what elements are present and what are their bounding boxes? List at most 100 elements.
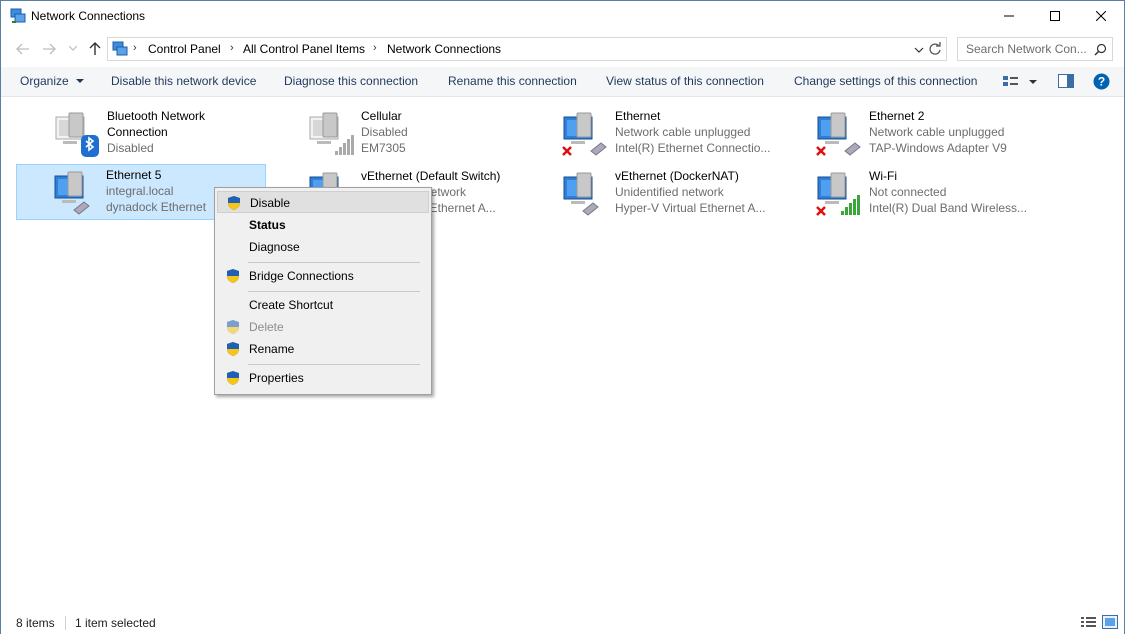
search-input[interactable]: Search Network Con... bbox=[957, 37, 1113, 61]
search-icon bbox=[1094, 43, 1107, 56]
help-button[interactable]: ? bbox=[1093, 73, 1110, 93]
connection-item-vethernet-dockernat[interactable]: vEthernet (DockerNAT) Unidentified netwo… bbox=[525, 165, 775, 221]
connection-name: Ethernet 5 bbox=[106, 168, 162, 182]
connection-device: Intel(R) Dual Band Wireless... bbox=[869, 201, 1028, 215]
command-bar: Organize Disable this network device Dia… bbox=[1, 67, 1124, 97]
ethernet-icon bbox=[54, 171, 90, 215]
menu-item-diagnose[interactable]: Diagnose bbox=[217, 236, 429, 258]
organize-label: Organize bbox=[20, 74, 69, 88]
menu-separator bbox=[248, 262, 420, 263]
menu-label: Create Shortcut bbox=[249, 298, 334, 312]
recent-locations-button[interactable] bbox=[63, 39, 83, 59]
menu-item-create-shortcut[interactable]: Create Shortcut bbox=[217, 294, 429, 316]
back-arrow-icon bbox=[16, 43, 29, 55]
breadcrumb-control-panel[interactable]: Control Panel bbox=[148, 42, 221, 56]
connection-name: Ethernet bbox=[615, 109, 661, 123]
rename-connection-button[interactable]: Rename this connection bbox=[448, 74, 577, 88]
connection-item-ethernet[interactable]: Ethernet Network cable unplugged Intel(R… bbox=[525, 105, 775, 161]
network-connections-window: Network Connections › Control Panel › Al… bbox=[0, 0, 1125, 634]
connection-device: EM7305 bbox=[361, 141, 406, 155]
breadcrumb-separator-icon: › bbox=[133, 42, 137, 54]
connection-name: Ethernet 2 bbox=[869, 109, 925, 123]
connection-name: Cellular bbox=[361, 109, 402, 123]
connection-status: Disabled bbox=[107, 141, 154, 155]
ethernet-unplugged-icon bbox=[562, 112, 607, 156]
breadcrumb-all-items[interactable]: All Control Panel Items bbox=[243, 42, 365, 56]
menu-item-rename[interactable]: Rename bbox=[217, 338, 429, 360]
minimize-button[interactable] bbox=[986, 1, 1032, 31]
refresh-button[interactable] bbox=[928, 42, 942, 59]
connection-item-cellular[interactable]: Cellular Disabled EM7305 bbox=[271, 105, 521, 161]
menu-label: Disable bbox=[250, 196, 291, 210]
details-view-icon bbox=[1081, 617, 1096, 627]
connection-name: Wi-Fi bbox=[869, 169, 897, 183]
preview-pane-button[interactable] bbox=[1058, 74, 1074, 92]
menu-separator bbox=[248, 291, 420, 292]
up-arrow-icon bbox=[89, 42, 101, 55]
up-button[interactable] bbox=[85, 39, 105, 59]
forward-button[interactable] bbox=[39, 39, 59, 59]
caret-down-icon bbox=[76, 79, 85, 84]
title-bar: Network Connections bbox=[1, 1, 1124, 32]
connection-device: Intel(R) Ethernet Connectio... bbox=[615, 141, 771, 155]
window-title: Network Connections bbox=[31, 9, 146, 23]
status-separator bbox=[65, 616, 66, 630]
details-view-button[interactable] bbox=[1081, 616, 1096, 632]
menu-label: Rename bbox=[249, 342, 295, 356]
help-icon: ? bbox=[1093, 73, 1110, 90]
organize-menu-button[interactable]: Organize bbox=[20, 74, 85, 88]
connection-name: vEthernet (Default Switch) bbox=[361, 169, 501, 183]
view-status-button[interactable]: View status of this connection bbox=[606, 74, 764, 88]
breadcrumb-separator-icon: › bbox=[230, 42, 234, 54]
diagnose-connection-button[interactable]: Diagnose this connection bbox=[284, 74, 418, 88]
breadcrumb-separator-icon: › bbox=[373, 42, 377, 54]
svg-text:?: ? bbox=[1098, 75, 1105, 89]
items-count: 8 items bbox=[16, 616, 55, 630]
back-button[interactable] bbox=[13, 39, 33, 59]
menu-item-properties[interactable]: Properties bbox=[217, 367, 429, 389]
preview-pane-icon bbox=[1058, 74, 1074, 88]
wifi-disconnected-icon bbox=[816, 172, 860, 216]
change-settings-button[interactable]: Change settings of this connection bbox=[794, 74, 977, 88]
uac-shield-icon bbox=[227, 371, 239, 385]
ethernet-icon bbox=[563, 172, 599, 216]
connection-status: Unidentified network bbox=[615, 185, 724, 199]
context-menu: Disable Status Diagnose Bridge Connectio… bbox=[214, 187, 432, 395]
view-options-icon bbox=[1003, 76, 1037, 86]
refresh-icon bbox=[929, 42, 941, 55]
menu-item-delete: Delete bbox=[217, 316, 429, 338]
uac-shield-icon bbox=[227, 269, 239, 283]
connection-status: Network cable unplugged bbox=[615, 125, 751, 139]
address-dropdown-button[interactable] bbox=[914, 44, 924, 58]
view-options-button[interactable] bbox=[1003, 75, 1037, 92]
connection-device: TAP-Windows Adapter V9 bbox=[869, 141, 1007, 155]
maximize-icon bbox=[1050, 11, 1060, 21]
ethernet-unplugged-icon bbox=[816, 112, 861, 156]
connection-name: Bluetooth Network bbox=[107, 109, 206, 123]
forward-arrow-icon bbox=[43, 43, 56, 55]
close-button[interactable] bbox=[1078, 1, 1124, 31]
connection-item-bluetooth[interactable]: Bluetooth Network Connection Disabled bbox=[17, 105, 267, 161]
menu-item-disable[interactable]: Disable bbox=[217, 191, 429, 213]
connection-name-line2: Connection bbox=[107, 125, 168, 139]
status-bar: 8 items 1 item selected bbox=[1, 611, 1124, 634]
connection-status: integral.local bbox=[106, 184, 174, 198]
breadcrumb-network-connections[interactable]: Network Connections bbox=[387, 42, 501, 56]
connection-status: Not connected bbox=[869, 185, 947, 199]
connection-item-ethernet-2[interactable]: Ethernet 2 Network cable unplugged TAP-W… bbox=[779, 105, 1029, 161]
address-bar[interactable]: › Control Panel › All Control Panel Item… bbox=[107, 37, 947, 61]
large-icons-view-button[interactable] bbox=[1102, 615, 1118, 632]
bluetooth-network-icon bbox=[55, 112, 99, 157]
connection-device: Hyper-V Virtual Ethernet A... bbox=[615, 201, 766, 215]
menu-item-bridge-connections[interactable]: Bridge Connections bbox=[217, 265, 429, 287]
connection-item-wifi[interactable]: Wi-Fi Not connected Intel(R) Dual Band W… bbox=[779, 165, 1029, 221]
address-row: › Control Panel › All Control Panel Item… bbox=[1, 34, 1124, 64]
connections-list: Bluetooth Network Connection Disabled Ce… bbox=[1, 98, 1124, 606]
menu-label: Diagnose bbox=[249, 240, 300, 254]
minimize-icon bbox=[1004, 15, 1014, 17]
disable-device-button[interactable]: Disable this network device bbox=[111, 74, 256, 88]
menu-item-status[interactable]: Status bbox=[217, 214, 429, 236]
menu-label: Status bbox=[249, 218, 286, 232]
menu-label: Properties bbox=[249, 371, 304, 385]
maximize-button[interactable] bbox=[1032, 1, 1078, 31]
